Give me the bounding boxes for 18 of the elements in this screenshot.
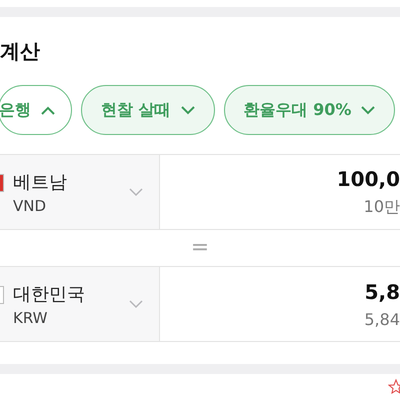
equals-sign: = (190, 237, 210, 259)
star-icon[interactable] (388, 378, 400, 394)
amount-value[interactable]: 100,0 (336, 166, 400, 190)
country-name: 베트남 (13, 170, 68, 194)
chevron-down-icon (129, 300, 143, 308)
currency-selector[interactable]: 대한민국 KRW (0, 267, 160, 341)
country-name: 대한민국 (13, 282, 86, 306)
caret-up-icon (41, 106, 55, 114)
amount-in-words: 5,84 (364, 310, 400, 328)
currency-code: VND (13, 196, 48, 214)
currency-selector[interactable]: 베트남 VND (0, 155, 160, 229)
amount-value[interactable]: 5,8 (364, 280, 400, 304)
amount-in-words: 10만 (364, 196, 400, 218)
caret-down-icon (180, 106, 195, 114)
caret-down-icon (361, 106, 376, 114)
chevron-down-icon (129, 188, 143, 196)
currency-code: KRW (13, 308, 48, 326)
section-title: 계산 (0, 39, 40, 63)
